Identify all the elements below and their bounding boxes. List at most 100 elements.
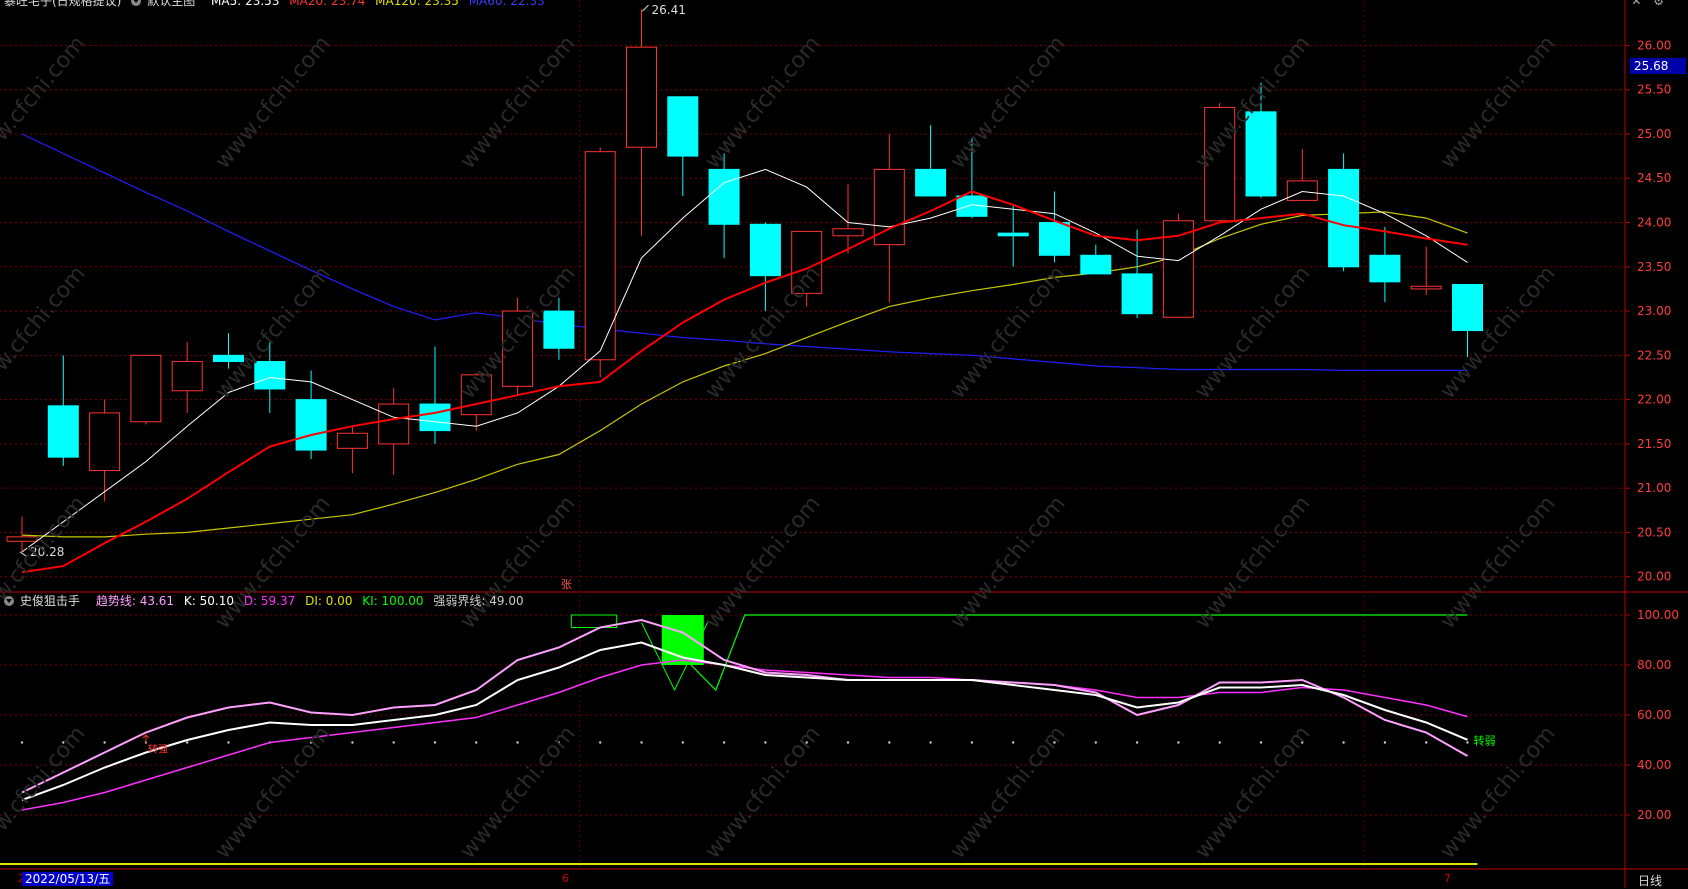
y-tick-label: 20.00 [1637,570,1671,584]
threshold-dot [392,741,395,744]
y-tick-label: 100.00 [1637,608,1679,622]
y-tick-label: 23.00 [1637,304,1671,318]
close-icon[interactable]: ✕ [1631,0,1641,8]
y-tick-label: 40.00 [1637,758,1671,772]
threshold-dot [681,741,684,744]
threshold-dot [433,741,437,744]
watermark: www.cfchi.com [1435,721,1560,863]
y-tick-label: 24.00 [1637,216,1671,230]
main-chart-header: 暴旺宅子(日规格提议) 默认主图 MA5: 23.53 MA20: 23.74 … [4,0,551,8]
indicator-header: 史俊狙击手 趋势线: 43.61 K: 50.10 D: 59.37 DI: 0… [4,592,530,609]
candle-body [749,223,781,277]
period-selector[interactable]: 日线 [1638,872,1662,889]
threshold-dot [351,741,354,744]
watermark: www.cfchi.com [210,31,335,173]
indicator-dropdown-sub[interactable]: 史俊狙击手 [4,594,86,608]
threshold-dot [1466,741,1469,744]
strong-marker: 转强 [148,743,168,756]
threshold-dot [1012,741,1015,744]
candle-body [1039,222,1070,256]
candle-body [1121,273,1153,315]
candle-body [997,232,1029,237]
month-label-7: 7 [1444,872,1451,885]
y-tick-label: 21.00 [1637,481,1671,495]
y-tick-label: 25.00 [1637,127,1671,141]
trend-line [21,618,1468,794]
candle-body [626,46,657,148]
candle-body [419,403,451,432]
candle-body [1410,285,1442,290]
candle-body [47,405,79,458]
threshold-dot [20,741,24,744]
candle-body [1080,254,1112,275]
watermark: www.cfchi.com [455,491,580,633]
cursor-date: 2022/05/13/五 [22,872,114,886]
threshold-dot [516,741,519,744]
candle-body [1328,168,1360,268]
di-readout: DI: 0.00 [305,594,353,608]
y-tick-label: 60.00 [1637,708,1671,722]
candle-body [1369,254,1401,283]
watermark: www.cfchi.com [1190,491,1315,633]
indicator-sub-name: 史俊狙击手 [20,594,81,608]
up-marker-label: 张 [561,578,572,591]
threshold-dot [929,741,932,744]
y-tick-label: 26.00 [1637,38,1671,52]
threshold-dot [640,741,643,744]
watermark-group: www.cfchi.com www.cfchi.com www.cfchi.com w… [0,31,1561,863]
watermark: www.cfchi.com [0,261,91,403]
y-tick-label: 22.00 [1637,393,1671,407]
watermark: www.cfchi.com [0,31,91,173]
watermark: www.cfchi.com [455,31,580,173]
threshold-dot [722,741,726,744]
y-tick-label: 20.50 [1637,525,1671,539]
y-tick-label: 23.50 [1637,260,1671,274]
threshold-dot [1425,741,1428,744]
candle-body [336,432,368,449]
threshold-dot [846,741,850,744]
y-tick-label: 22.50 [1637,348,1671,362]
candle-body [667,96,699,157]
y-tick-label: 20.00 [1637,808,1671,822]
ma60-readout: MA60: 22.33 [468,0,545,8]
candle-body [1452,284,1483,332]
indicator-name: 默认主图 [147,0,196,8]
watermark: www.cfchi.com [700,491,825,633]
y-tick-label: 25.50 [1637,83,1671,97]
current-price-tag: 25.68 [1630,58,1686,74]
candle-body [378,403,410,445]
threshold-dot [1342,741,1345,744]
candle-body [543,310,575,349]
watermark: www.cfchi.com [700,721,825,863]
indicator-dropdown[interactable]: 默认主图 [131,0,201,8]
threshold-dot [1259,741,1263,744]
candle-body [295,399,327,451]
candle-body [171,361,203,392]
stock-title: 暴旺宅子(日规格提议) [4,0,122,8]
candle-body [130,354,162,423]
threshold-dot [970,741,974,744]
k-readout: K: 50.10 [183,594,234,608]
threshold-dot [888,741,891,744]
time-axis-bar: 20 2022/05/13/五 6 7 日线 [0,869,1688,888]
candle-body [708,168,740,225]
threshold-dot [1383,741,1387,744]
high-pointer [642,4,649,12]
d-readout: D: 59.37 [243,594,296,608]
threshold-dot [186,741,189,744]
watermark: www.cfchi.com [945,721,1070,863]
high-price-label: 26.41 [652,3,686,17]
ma10-readout: MA20: 23.74 [289,0,366,8]
gear-icon[interactable]: ⚙ [1653,0,1664,8]
candle-body [1286,180,1318,201]
watermark: www.cfchi.com [1190,721,1315,863]
candle-body [915,168,947,197]
watermark: www.cfchi.com [0,721,91,863]
stock-chart[interactable]: 20.00 20.50 21.00 21.50 22.00 22.50 23.00 23.50… [0,0,1688,888]
watermark: www.cfchi.com [210,491,335,633]
watermark: www.cfchi.com [945,31,1070,173]
window-controls: ✕ ⚙ [1623,0,1664,8]
threshold-dot [475,741,478,744]
up-arrow-icon [142,734,150,743]
watermark: www.cfchi.com [945,491,1070,633]
